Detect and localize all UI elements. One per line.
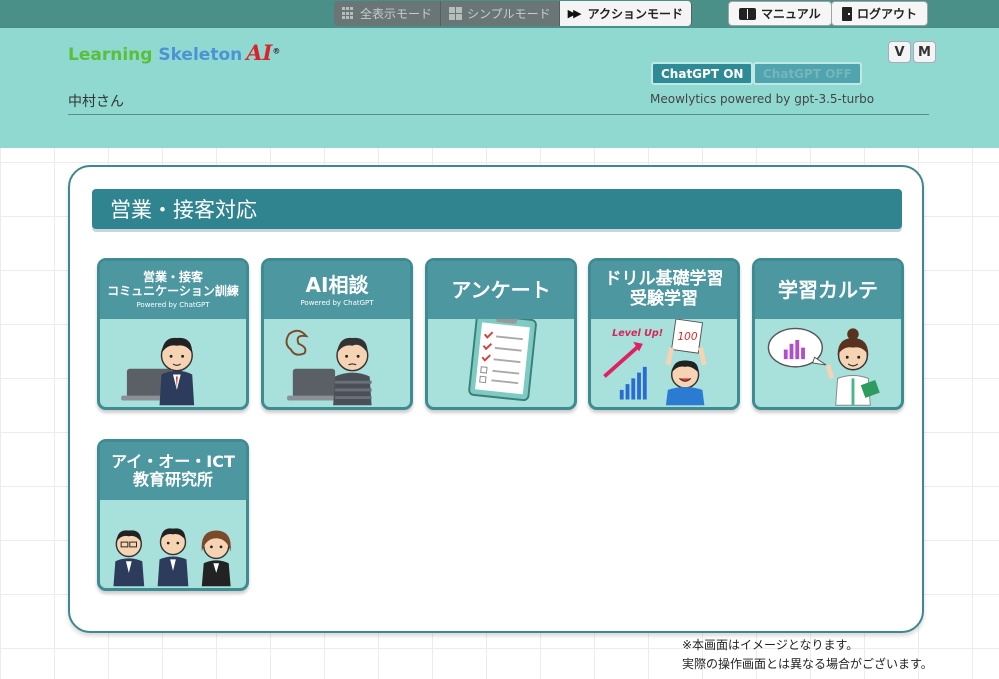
tile-io-ict-institute[interactable]: アイ・オー・ICT 教育研究所 (97, 439, 249, 591)
mode-action-button[interactable]: ▶▶ アクションモード (559, 1, 692, 26)
mode-switcher: 全表示モード シンプルモード ▶▶ アクションモード (334, 1, 692, 26)
tile-title-line2: 受験学習 (630, 289, 698, 309)
mode-action-label: アクションモード (587, 7, 683, 21)
v-button[interactable]: V (888, 41, 911, 63)
logo: Learning Skeleton AI® (68, 40, 280, 65)
tile-header: AI相談 Powered by ChatGPT (264, 261, 410, 319)
main-panel: 営業・接客対応 営業・接客 コミュニケーション訓練 Powered by Cha… (68, 165, 924, 633)
fast-forward-icon: ▶▶ (567, 7, 582, 20)
tile-header: アンケート (428, 261, 574, 319)
header: Learning Skeleton AI® V M ChatGPT ON Chat… (0, 28, 999, 148)
disclaimer-line2: 実際の操作画面とは異なる場合がございます。 (682, 657, 933, 671)
tile-title: アンケート (451, 277, 551, 302)
tile-drill-study[interactable]: ドリル基礎学習 受験学習 Level Up! 100 (588, 258, 740, 410)
tile-ai-consultation[interactable]: AI相談 Powered by ChatGPT (261, 258, 413, 410)
tile-sales-communication[interactable]: 営業・接客 コミュニケーション訓練 Powered by ChatGPT (97, 258, 249, 410)
top-toolbar: 全表示モード シンプルモード ▶▶ アクションモード マニュアル ログアウト (0, 0, 999, 28)
mode-full-button[interactable]: 全表示モード (334, 1, 442, 26)
tile-title-line2: コミュニケーション訓練 (107, 284, 239, 298)
three-staff-icon (113, 528, 231, 587)
header-divider (68, 114, 929, 115)
tile-header: ドリル基礎学習 受験学習 (591, 261, 737, 319)
level-up-text: Level Up! (612, 328, 663, 339)
powered-by-text: Meowlytics powered by gpt-3.5-turbo (650, 92, 875, 106)
score-text: 100 (677, 331, 697, 343)
tile-title: 営業・接客 (142, 270, 203, 285)
disclaimer-line1: ※本画面はイメージとなります。 (682, 638, 859, 652)
logo-text-learning: Learning (68, 45, 153, 65)
tile-header: アイ・オー・ICT 教育研究所 (100, 442, 246, 500)
tile-survey[interactable]: アンケート (425, 258, 577, 410)
chatgpt-on-button[interactable]: ChatGPT ON (651, 62, 754, 85)
tile-header: 学習カルテ (755, 261, 901, 319)
mode-full-label: 全表示モード (360, 7, 433, 21)
level-up-student-icon: Level Up! 100 (603, 319, 707, 406)
logout-label: ログアウト (857, 7, 918, 21)
tile-subtitle: Powered by ChatGPT (300, 298, 374, 307)
logo-text-skeleton: Skeleton (158, 45, 243, 65)
clipboard-checklist-icon (468, 319, 537, 402)
book-icon (739, 7, 756, 20)
logout-button[interactable]: ログアウト (831, 1, 929, 26)
mode-simple-label: シンプルモード (467, 7, 551, 21)
tile-title: 学習カルテ (778, 277, 878, 302)
grid-large-icon (449, 7, 463, 20)
mode-simple-button[interactable]: シンプルモード (441, 1, 560, 26)
tile-title-line2: 教育研究所 (132, 470, 213, 489)
logo-text-ai: AI (246, 40, 273, 65)
m-button[interactable]: M (913, 41, 936, 63)
tile-title: ドリル基礎学習 (604, 269, 724, 290)
teacher-chart-icon (767, 327, 880, 406)
door-icon (842, 6, 852, 21)
grid-icon (342, 7, 355, 20)
manual-label: マニュアル (761, 7, 821, 21)
section-title: 営業・接客対応 (92, 189, 902, 229)
tile-subtitle: Powered by ChatGPT (136, 300, 210, 309)
salesperson-laptop-icon (121, 337, 195, 406)
tile-title: アイ・オー・ICT (111, 451, 235, 471)
logo-registered-mark: ® (272, 46, 281, 56)
chatgpt-off-button[interactable]: ChatGPT OFF (753, 62, 862, 85)
tile-study-record[interactable]: 学習カルテ (752, 258, 904, 410)
username: 中村さん (68, 94, 124, 110)
manual-button[interactable]: マニュアル (728, 1, 832, 26)
tile-title: AI相談 (305, 272, 369, 297)
worried-person-laptop-icon (285, 329, 372, 406)
tile-header: 営業・接客 コミュニケーション訓練 Powered by ChatGPT (100, 261, 246, 319)
